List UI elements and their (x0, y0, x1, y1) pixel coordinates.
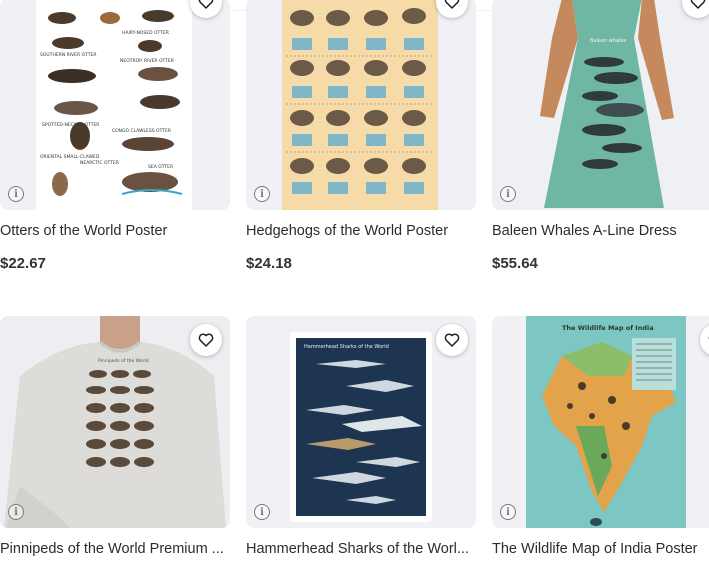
heart-outline-icon (198, 0, 214, 9)
svg-text:SPOTTED-NECKED OTTER: SPOTTED-NECKED OTTER (42, 122, 99, 128)
product-price: $55.64 (492, 255, 538, 272)
product-title[interactable]: Baleen Whales A-Line Dress (492, 223, 709, 239)
product-title[interactable]: Hedgehogs of the World Poster (246, 223, 482, 239)
product-card-pinnipeds[interactable]: Pinnipeds of the World i Pinnipeds of th… (0, 316, 230, 557)
heart-outline-icon (690, 0, 706, 9)
product-image[interactable]: Pinnipeds of the World i (0, 316, 230, 528)
product-title[interactable]: Hammerhead Sharks of the Worl... (246, 541, 482, 557)
product-card-otters[interactable]: SOUTHERN RIVER OTTER HAIRY-NOSED OTTER NE… (0, 0, 230, 272)
product-card-hedgehogs[interactable]: i Hedgehogs of the World Poster $24.18 (246, 0, 476, 272)
product-price: $22.67 (0, 255, 46, 272)
svg-text:NEOTROP. RIVER OTTER: NEOTROP. RIVER OTTER (120, 58, 174, 64)
product-image[interactable]: Hammerhead Sharks of the World i (246, 316, 476, 528)
poster-print-title: Hammerhead Sharks of the World (304, 344, 389, 350)
product-image[interactable]: Baleen whales i (492, 0, 709, 210)
svg-text:NEARCTIC OTTER: NEARCTIC OTTER (80, 160, 119, 166)
favorite-button[interactable] (190, 324, 222, 356)
svg-text:CONGO CLAWLESS OTTER: CONGO CLAWLESS OTTER (112, 128, 171, 134)
info-icon[interactable]: i (254, 504, 270, 520)
product-card-wildlife-map-india[interactable]: The Wildlife Map of India i The Wildlife… (492, 316, 709, 557)
product-title[interactable]: The Wildlife Map of India Poster (492, 541, 709, 557)
product-title[interactable]: Pinnipeds of the World Premium ... (0, 541, 236, 557)
product-card-baleen-whales[interactable]: Baleen whales i Baleen Whales A-Line Dre… (492, 0, 709, 272)
sweatshirt-print-title: Pinnipeds of the World (98, 358, 149, 364)
product-image[interactable]: i (246, 0, 476, 210)
svg-text:HAIRY-NOSED OTTER: HAIRY-NOSED OTTER (122, 30, 169, 36)
product-card-hammerhead-sharks[interactable]: Hammerhead Sharks of the World i Hammerh… (246, 316, 476, 557)
heart-outline-icon (444, 0, 460, 9)
info-icon[interactable]: i (500, 504, 516, 520)
product-image[interactable]: SOUTHERN RIVER OTTER HAIRY-NOSED OTTER NE… (0, 0, 230, 210)
favorite-button[interactable] (436, 324, 468, 356)
heart-outline-icon (444, 333, 460, 347)
info-icon[interactable]: i (254, 186, 270, 202)
info-icon[interactable]: i (8, 504, 24, 520)
dress-print-title: Baleen whales (590, 38, 627, 44)
map-print-title: The Wildlife Map of India (562, 324, 654, 332)
heart-outline-icon (198, 333, 214, 347)
svg-text:SOUTHERN RIVER OTTER: SOUTHERN RIVER OTTER (40, 52, 96, 58)
svg-text:SEA OTTER: SEA OTTER (148, 164, 173, 170)
svg-text:ORIENTAL SMALL-CLAWED: ORIENTAL SMALL-CLAWED (40, 154, 100, 160)
product-image[interactable]: The Wildlife Map of India i (492, 316, 709, 528)
product-title[interactable]: Otters of the World Poster (0, 223, 236, 239)
product-price: $24.18 (246, 255, 292, 272)
info-icon[interactable]: i (500, 186, 516, 202)
info-icon[interactable]: i (8, 186, 24, 202)
